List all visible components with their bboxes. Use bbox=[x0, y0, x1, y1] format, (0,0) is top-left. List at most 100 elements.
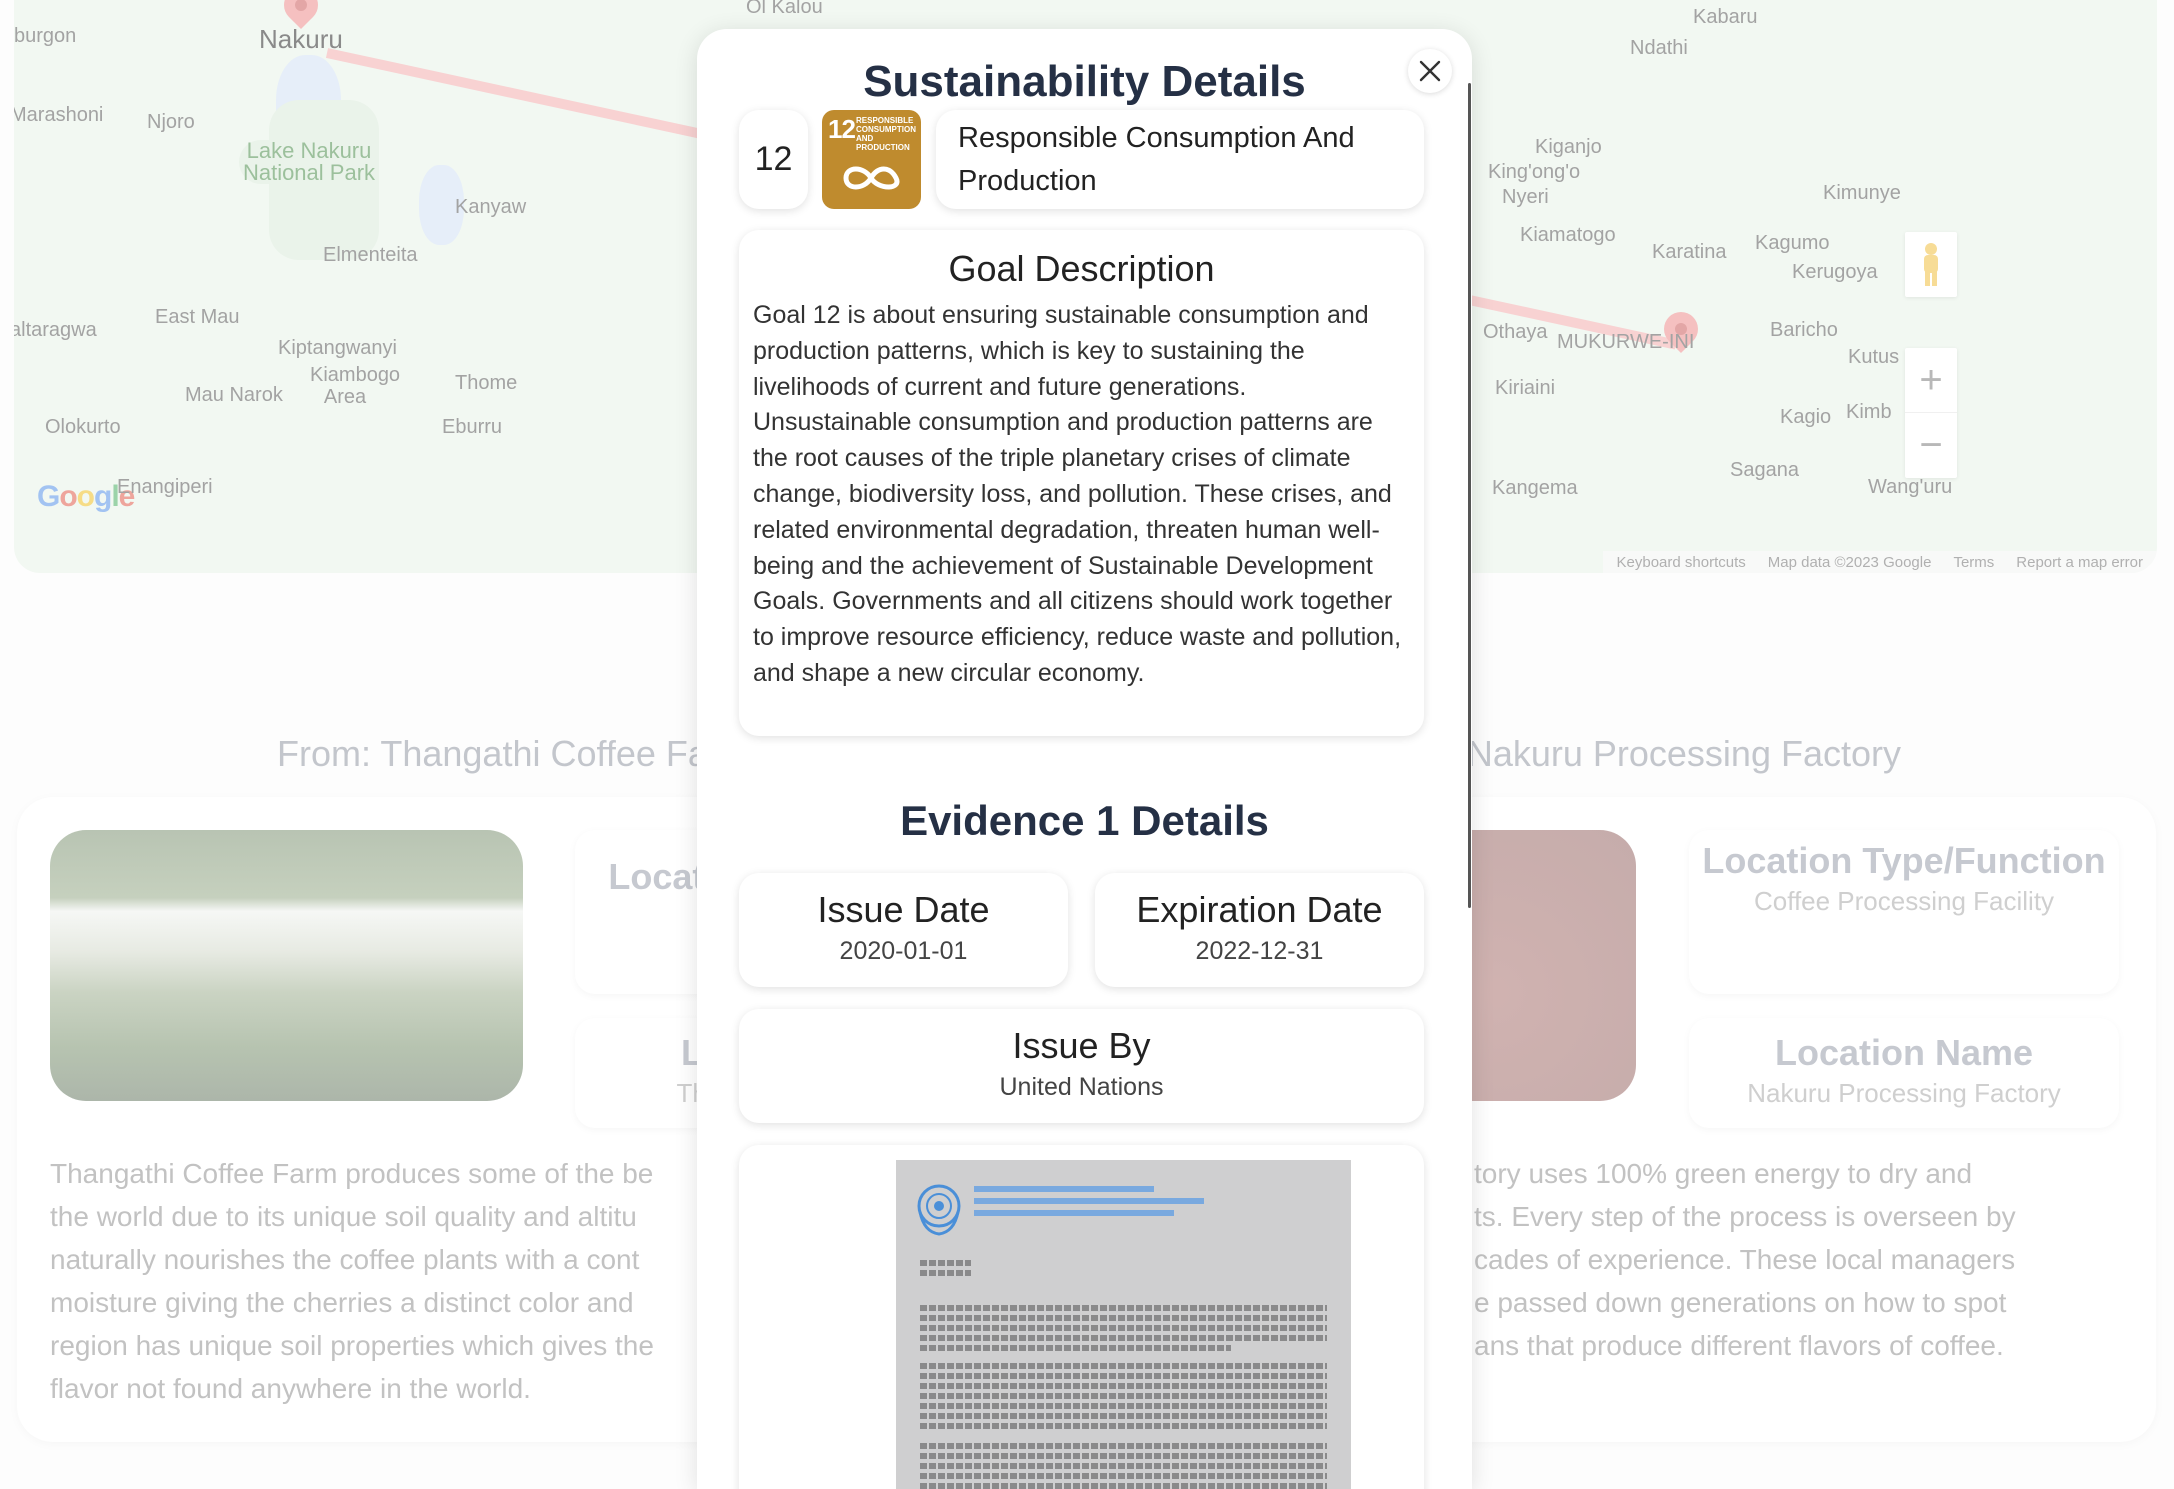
issue-date-card: Issue Date 2020-01-01 bbox=[739, 873, 1068, 987]
zoom-in-button[interactable]: + bbox=[1905, 348, 1957, 413]
terms-link[interactable]: Terms bbox=[1953, 554, 1994, 571]
doc-text bbox=[920, 1453, 1327, 1459]
report-map-error-link[interactable]: Report a map error bbox=[2016, 554, 2143, 571]
zoom-out-button[interactable]: − bbox=[1905, 413, 1957, 478]
sustainability-details-modal: Sustainability Details 12 12 RESPONSIBLE… bbox=[697, 29, 1472, 1489]
doc-text bbox=[920, 1473, 1327, 1479]
doc-text bbox=[920, 1305, 1327, 1311]
street-view-button[interactable] bbox=[1905, 232, 1957, 297]
destination-name-box: Location Name Nakuru Processing Factory bbox=[1689, 1018, 2119, 1128]
expiration-date-label: Expiration Date bbox=[1136, 889, 1383, 930]
map-label: Kiamatogo bbox=[1520, 224, 1616, 246]
keyboard-shortcuts-link[interactable]: Keyboard shortcuts bbox=[1617, 554, 1746, 571]
name-label: Location Name bbox=[1774, 1032, 2034, 1073]
map-label: Kangema bbox=[1492, 477, 1578, 499]
map-label: Marashoni bbox=[14, 104, 104, 126]
doc-text bbox=[920, 1373, 1327, 1379]
map-label: Kiambogo Area bbox=[310, 364, 401, 408]
map-label: Kagumo bbox=[1755, 232, 1830, 254]
map-label: Kiriaini bbox=[1495, 377, 1556, 399]
doc-text bbox=[920, 1270, 971, 1276]
map-label: Enangiperi bbox=[117, 476, 213, 498]
letterhead bbox=[974, 1198, 1204, 1204]
expiration-date-card: Expiration Date 2022-12-31 bbox=[1095, 873, 1424, 987]
doc-text bbox=[920, 1335, 1327, 1341]
map-data-text: Map data ©2023 Google bbox=[1767, 553, 1932, 571]
doc-text bbox=[920, 1403, 1327, 1409]
map-label: Kutus bbox=[1848, 346, 1900, 368]
doc-text bbox=[920, 1345, 1231, 1351]
map-label: Thome bbox=[455, 372, 518, 394]
description-line: cades of experience. These local manager… bbox=[1474, 1244, 2016, 1275]
pegman-icon bbox=[1924, 242, 1938, 286]
map-label: Njoro bbox=[147, 111, 195, 133]
destination-description: tory uses 100% green energy to dry and t… bbox=[1474, 1152, 2016, 1367]
evidence-heading: Evidence 1 Details bbox=[900, 797, 1269, 844]
zoom-control: + − bbox=[1905, 348, 1957, 478]
doc-text bbox=[920, 1393, 1327, 1399]
map-label: East Mau bbox=[155, 306, 240, 328]
map-label: Ndathi bbox=[1630, 37, 1688, 59]
letterhead bbox=[974, 1210, 1174, 1216]
sdg-icon-number: 12 bbox=[828, 114, 856, 144]
un-emblem-icon bbox=[917, 1184, 961, 1236]
description-line: tory uses 100% green energy to dry and bbox=[1474, 1158, 1973, 1189]
doc-text bbox=[920, 1423, 1327, 1429]
map-label: Mau Narok bbox=[185, 384, 283, 406]
goal-number: 12 bbox=[739, 110, 808, 209]
park-label: Lake Nakuru National Park bbox=[239, 140, 379, 184]
description-line: Thangathi Coffee Farm produces some of t… bbox=[50, 1158, 654, 1189]
description-line: e passed down generations on how to spot bbox=[1474, 1287, 2007, 1318]
modal-scrollbar[interactable] bbox=[1468, 83, 1471, 908]
map-label: Kimb bbox=[1846, 401, 1892, 423]
map-label: Ol Kalou bbox=[746, 0, 823, 18]
infinity-icon bbox=[843, 166, 900, 190]
issue-date-value: 2020-01-01 bbox=[839, 937, 968, 965]
issue-by-label: Issue By bbox=[1012, 1025, 1151, 1066]
letterhead bbox=[974, 1186, 1154, 1192]
sdg-icon-text: RESPONSIBLE CONSUMPTION AND PRODUCTION bbox=[856, 116, 916, 152]
map-label: Olokurto bbox=[45, 416, 121, 438]
issue-by-card: Issue By United Nations bbox=[739, 1009, 1424, 1123]
description-line: naturally nourishes the coffee plants wi… bbox=[50, 1244, 640, 1275]
type-value: Coffee Processing Facility bbox=[1753, 886, 2055, 916]
map-label: Baricho bbox=[1770, 319, 1838, 341]
doc-text bbox=[920, 1260, 971, 1266]
description-line: the world due to its unique soil quality… bbox=[50, 1201, 637, 1232]
coffee-farm-photo bbox=[50, 830, 523, 1101]
map-label: Kiganjo bbox=[1535, 136, 1602, 158]
doc-text bbox=[920, 1315, 1327, 1321]
issue-by-value: United Nations bbox=[999, 1073, 1164, 1101]
map-label: Elmenteita bbox=[323, 244, 418, 266]
map-label: Othaya bbox=[1483, 321, 1548, 343]
evidence-document-image[interactable] bbox=[896, 1160, 1351, 1489]
destination-heading: Nakuru Processing Factory bbox=[1466, 733, 1901, 774]
close-icon bbox=[1419, 60, 1441, 82]
map-footer: Keyboard shortcuts Map data ©2023 Google… bbox=[1602, 551, 2157, 573]
map-label: Kiptangwanyi bbox=[278, 337, 397, 359]
goal-title: Responsible Consumption And Production bbox=[936, 110, 1424, 209]
name-value: Nakuru Processing Factory bbox=[1747, 1078, 2061, 1108]
goal-description-text: Goal 12 is about ensuring sustainable co… bbox=[753, 301, 1402, 687]
origin-heading: From: Thangathi Coffee Farm bbox=[277, 733, 750, 774]
map-label: Karatina bbox=[1652, 241, 1727, 263]
map-label: Kimunye bbox=[1823, 182, 1901, 204]
close-button[interactable] bbox=[1408, 49, 1452, 93]
description-line: ts. Every step of the process is oversee… bbox=[1474, 1201, 2016, 1232]
evidence-document-card bbox=[739, 1145, 1424, 1489]
description-line: moisture giving the cherries a distinct … bbox=[50, 1287, 634, 1318]
goal-description-card: Goal Description Goal 12 is about ensuri… bbox=[739, 230, 1424, 736]
type-label: Location Type/Function bbox=[1702, 840, 2106, 881]
issue-date-label: Issue Date bbox=[817, 889, 990, 930]
destination-type-box: Location Type/Function Coffee Processing… bbox=[1689, 830, 2119, 994]
doc-text bbox=[920, 1483, 1327, 1489]
doc-text bbox=[920, 1383, 1327, 1389]
expiration-date-value: 2022-12-31 bbox=[1195, 937, 1324, 965]
map-label: altaragwa bbox=[14, 319, 97, 341]
description-line: flavor not found anywhere in the world. bbox=[50, 1373, 531, 1404]
map-label: Nyeri bbox=[1502, 186, 1549, 208]
map-label: Kabaru bbox=[1693, 6, 1758, 28]
map-label: Kanyaw bbox=[455, 196, 527, 218]
origin-description: Thangathi Coffee Farm produces some of t… bbox=[50, 1152, 654, 1410]
doc-text bbox=[920, 1443, 1327, 1449]
